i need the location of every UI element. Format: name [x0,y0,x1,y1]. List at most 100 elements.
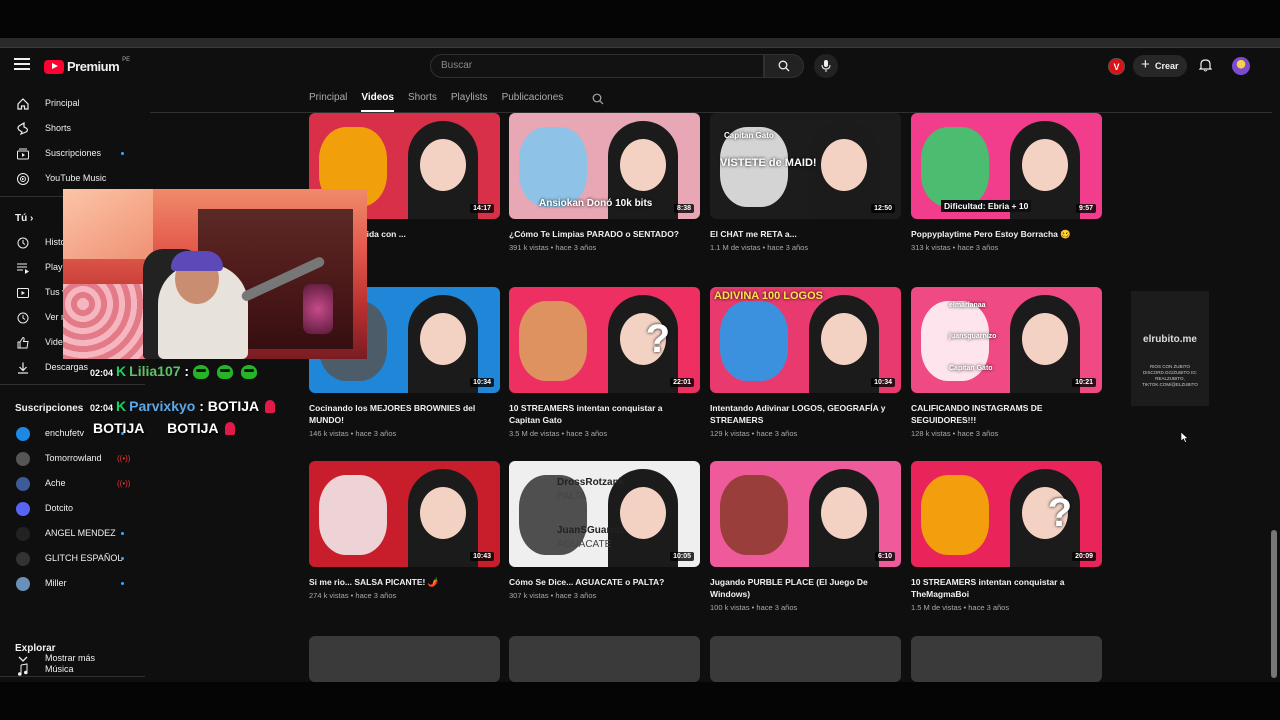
sidebar-item-label: Miller [45,578,67,588]
video-title[interactable]: ¿Cómo Te Limpias PARADO o SENTADO? [509,228,700,240]
video-thumbnail[interactable]: Capitan Gato VISTETE de MAID! 12:50 [710,113,901,219]
tab-videos[interactable]: Videos [361,92,394,112]
your-videos-icon [17,288,29,298]
chat-username: Parvixkyo [129,398,196,414]
history-icon [17,237,29,249]
emote-icon [241,364,258,379]
webcam-headset [171,251,223,271]
thumbnail-face [420,313,466,365]
video-card[interactable]: ADIVINA 100 LOGOS 10:34 Intentando Adivina… [710,287,901,438]
sidebar-item-youtube-music[interactable]: YouTube Music [0,167,145,191]
video-card[interactable]: DrossRotzank PALTA JuanSGuarniz AGUACATE 10:… [509,461,700,600]
sidebar: Principal Shorts Suscripciones YouTube M… [0,88,150,682]
channel-search-icon[interactable] [592,93,604,105]
thumbnail-face [620,487,666,539]
sponsor-card[interactable]: elrubito.me RIOS CON ZUBITO DISCORD.GG/Z… [1131,291,1209,406]
question-mark-icon: ? [1047,491,1072,535]
menu-icon[interactable] [14,58,30,72]
sidebar-subscription-item[interactable]: GLITCH ESPAÑOL [0,547,145,571]
question-mark-icon: ? [645,317,670,361]
page-scrollbar[interactable] [1271,530,1277,678]
thumbnail-accent [720,301,788,381]
sidebar-item-suscripciones[interactable]: Suscripciones [0,142,145,166]
video-title[interactable]: Intentando Adivinar LOGOS, GEOGRAFÍA y S… [710,402,901,426]
thumbnail-text: Capitan Gato [949,365,993,372]
thumbnail-face [821,487,867,539]
video-title[interactable]: Poppyplaytime Pero Estoy Borracha 🥴 [911,228,1102,240]
music-note-icon [18,663,28,676]
thumbs-up-icon [17,336,29,349]
tab-playlists[interactable]: Playlists [451,92,488,112]
video-thumbnail[interactable]: ADIVINA 100 LOGOS 10:34 [710,287,901,393]
notifications-bell-icon[interactable] [1198,58,1213,77]
subscriptions-icon [17,148,29,160]
chat-username: Lilia107 [129,363,181,379]
video-thumbnail[interactable]: 10:43 [309,461,500,567]
video-card[interactable]: Ansiokan Donó 10k bits 8:38 ¿Cómo Te Limpi… [509,113,700,252]
create-button[interactable]: Crear [1133,54,1187,77]
video-thumbnail[interactable]: ? 22:01 [509,287,700,393]
live-icon: ((•)) [117,479,131,488]
home-icon [17,98,29,110]
video-title[interactable]: CALIFICANDO INSTAGRAMS DE SEGUIDORES!!! [911,402,1102,426]
sidebar-subscription-item[interactable]: ANGEL MENDEZ [0,522,145,546]
video-thumbnail[interactable]: Dificultad: Ebria + 10 9:57 [911,113,1102,219]
video-card[interactable]: 10:43 Si me rio... SALSA PICANTE! 🌶️ 274 k… [309,461,500,600]
youtube-logo[interactable]: Premium PE [44,57,130,74]
video-thumbnail[interactable]: Ansiokan Donó 10k bits 8:38 [509,113,700,219]
tab-publicaciones[interactable]: Publicaciones [502,92,564,112]
emote-icon [217,364,234,379]
tab-shorts[interactable]: Shorts [408,92,437,112]
video-metadata: 129 k vistas • hace 3 años [710,429,798,438]
video-metadata: 313 k vistas • hace 3 años [911,243,999,252]
account-avatar[interactable] [1232,57,1250,75]
sidebar-subscription-item[interactable]: Ache ((•)) [0,472,145,496]
voice-search-button[interactable] [814,54,838,78]
video-card[interactable]: Dificultad: Ebria + 10 9:57 Poppyplaytime … [911,113,1102,252]
sidebar-item-label: enchufetv [45,428,85,438]
video-letterbox-bottom [0,682,1280,720]
video-duration: 14:17 [470,204,494,213]
video-card[interactable]: ? 22:01 10 STREAMERS intentan conquistar a… [509,287,700,438]
sidebar-subscription-item[interactable]: Tomorrowland ((•)) [0,447,145,471]
video-card[interactable]: 6:10 Jugando PURBLE PLACE (El Juego De Wi… [710,461,901,612]
tab-principal[interactable]: Principal [309,92,347,112]
video-thumbnail[interactable]: elmarianaa juansguarnizo Capitan Gato 10:21 [911,287,1102,393]
subscriptions-heading: Suscripciones [15,403,84,414]
video-title[interactable]: Si me rio... SALSA PICANTE! 🌶️ [309,576,500,588]
video-metadata: 391 k vistas • hace 3 años [509,243,597,252]
sponsor-title: elrubito.me [1143,334,1197,345]
video-duration: 9:57 [1075,204,1096,213]
thumbnail-text: DrossRotzank [557,477,625,488]
thumbnail-accent [720,475,788,555]
video-card[interactable]: Capitan Gato VISTETE de MAID! 12:50 El CHAT… [710,113,901,252]
thumbnail-face [1022,139,1068,191]
sidebar-item-label: Principal [45,98,80,108]
siren-emote-icon [224,422,235,436]
sidebar-subscription-item[interactable]: Miller [0,572,145,596]
video-title[interactable]: El CHAT me RETA a... [710,228,901,240]
video-title[interactable]: Jugando PURBLE PLACE (El Juego De Window… [710,576,901,600]
sidebar-item-principal[interactable]: Principal [0,92,145,116]
sidebar-item-label: YouTube Music [45,173,107,183]
video-duration: 22:01 [670,378,694,387]
search-button[interactable] [764,54,804,78]
video-card[interactable]: elmarianaa juansguarnizo Capitan Gato 10:21… [911,287,1102,438]
video-title[interactable]: Cocinando los MEJORES BROWNIES del MUNDO… [309,402,500,426]
sidebar-item-label: ANGEL MENDEZ [45,528,116,538]
search-input[interactable]: Buscar [430,54,764,78]
video-thumbnail[interactable]: 6:10 [710,461,901,567]
video-title[interactable]: 10 STREAMERS intentan conquistar a TheMa… [911,576,1102,600]
video-title[interactable]: Cómo Se Dice... AGUACATE o PALTA? [509,576,700,588]
sidebar-subscription-item[interactable]: Dotcito [0,497,145,521]
thumbnail-text: Ansiokan Donó 10k bits [539,198,653,209]
sidebar-item-shorts[interactable]: Shorts [0,117,145,141]
video-title[interactable]: 10 STREAMERS intentan conquistar a Capit… [509,402,700,426]
video-duration: 10:05 [670,552,694,561]
video-thumbnail[interactable]: ? 20:09 [911,461,1102,567]
you-heading[interactable]: Tú › [15,213,33,224]
video-card[interactable]: ? 20:09 10 STREAMERS intentan conquistar a… [911,461,1102,612]
sidebar-item-musica[interactable]: Música [0,658,145,682]
video-thumbnail[interactable]: DrossRotzank PALTA JuanSGuarniz AGUACATE 10:… [509,461,700,567]
channel-avatar[interactable]: V [1108,58,1125,75]
